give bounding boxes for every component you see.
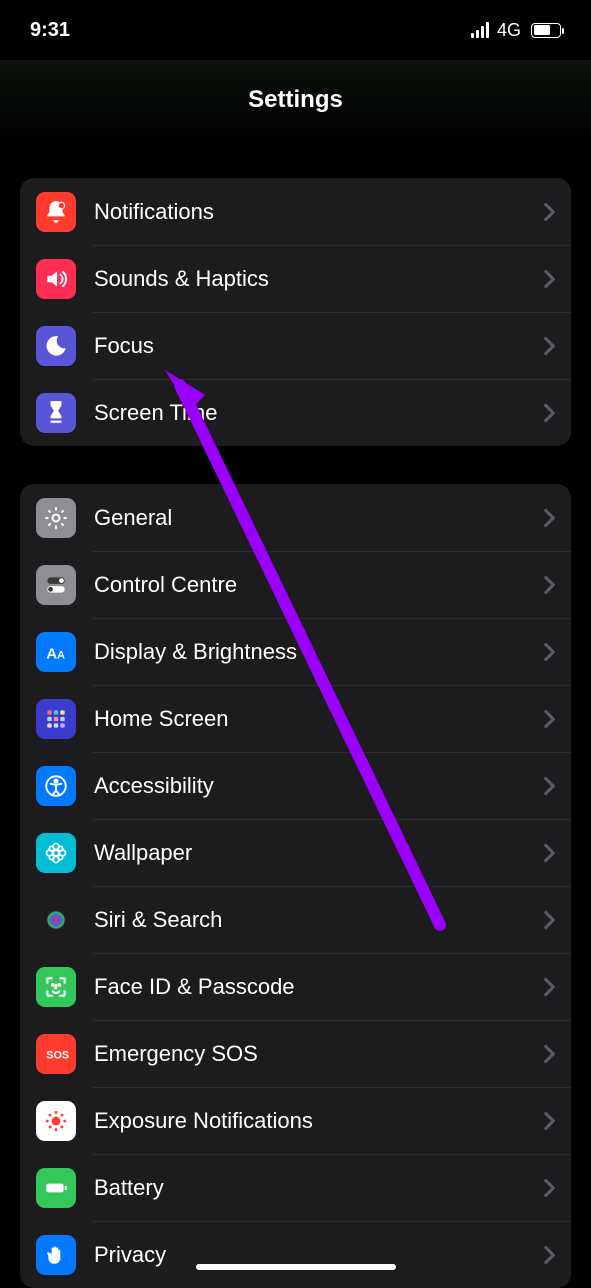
row-label: Control Centre xyxy=(94,572,543,598)
svg-text:A: A xyxy=(46,645,57,662)
status-bar: 9:31 4G xyxy=(0,0,591,60)
row-notifications[interactable]: Notifications xyxy=(20,178,571,245)
bell-icon xyxy=(36,192,76,232)
chevron-right-icon xyxy=(543,336,555,356)
moon-icon xyxy=(36,326,76,366)
grid-icon xyxy=(36,699,76,739)
row-label: Siri & Search xyxy=(94,907,543,933)
row-label: Battery xyxy=(94,1175,543,1201)
chevron-right-icon xyxy=(543,269,555,289)
row-wallpaper[interactable]: Wallpaper xyxy=(20,819,571,886)
row-label: Exposure Notifications xyxy=(94,1108,543,1134)
exposure-icon xyxy=(36,1101,76,1141)
settings-group-2: General Control Centre AA Display & Brig… xyxy=(20,484,571,1288)
row-exposure[interactable]: Exposure Notifications xyxy=(20,1087,571,1154)
row-homescreen[interactable]: Home Screen xyxy=(20,685,571,752)
flower-icon xyxy=(36,833,76,873)
row-accessibility[interactable]: Accessibility xyxy=(20,752,571,819)
chevron-right-icon xyxy=(543,403,555,423)
row-siri[interactable]: Siri & Search xyxy=(20,886,571,953)
status-time: 9:31 xyxy=(30,19,70,42)
battery-row-icon xyxy=(36,1168,76,1208)
hourglass-icon xyxy=(36,393,76,433)
gear-icon xyxy=(36,498,76,538)
faceid-icon xyxy=(36,967,76,1007)
row-faceid[interactable]: Face ID & Passcode xyxy=(20,953,571,1020)
chevron-right-icon xyxy=(543,642,555,662)
chevron-right-icon xyxy=(543,1044,555,1064)
chevron-right-icon xyxy=(543,910,555,930)
row-screentime[interactable]: Screen Time xyxy=(20,379,571,446)
row-label: General xyxy=(94,505,543,531)
row-sounds[interactable]: Sounds & Haptics xyxy=(20,245,571,312)
row-label: Accessibility xyxy=(94,773,543,799)
person-icon xyxy=(36,766,76,806)
row-label: Wallpaper xyxy=(94,840,543,866)
row-general[interactable]: General xyxy=(20,484,571,551)
row-privacy[interactable]: Privacy xyxy=(20,1221,571,1288)
aa-icon: AA xyxy=(36,632,76,672)
row-label: Face ID & Passcode xyxy=(94,974,543,1000)
page-title: Settings xyxy=(0,60,591,140)
signal-icon xyxy=(471,22,489,38)
svg-text:A: A xyxy=(57,649,65,661)
chevron-right-icon xyxy=(543,1245,555,1265)
row-sos[interactable]: SOS Emergency SOS xyxy=(20,1020,571,1087)
row-label: Notifications xyxy=(94,199,543,225)
row-focus[interactable]: Focus xyxy=(20,312,571,379)
chevron-right-icon xyxy=(543,1178,555,1198)
row-label: Sounds & Haptics xyxy=(94,266,543,292)
row-label: Display & Brightness xyxy=(94,639,543,665)
row-label: Emergency SOS xyxy=(94,1041,543,1067)
row-label: Focus xyxy=(94,333,543,359)
home-indicator[interactable] xyxy=(196,1264,396,1270)
row-controlcentre[interactable]: Control Centre xyxy=(20,551,571,618)
chevron-right-icon xyxy=(543,776,555,796)
chevron-right-icon xyxy=(543,202,555,222)
chevron-right-icon xyxy=(543,575,555,595)
status-right: 4G xyxy=(471,20,561,41)
network-label: 4G xyxy=(497,20,521,41)
toggles-icon xyxy=(36,565,76,605)
chevron-right-icon xyxy=(543,843,555,863)
chevron-right-icon xyxy=(543,977,555,997)
sos-icon: SOS xyxy=(36,1034,76,1074)
hand-icon xyxy=(36,1235,76,1275)
row-label: Screen Time xyxy=(94,400,543,426)
chevron-right-icon xyxy=(543,1111,555,1131)
chevron-right-icon xyxy=(543,508,555,528)
row-display[interactable]: AA Display & Brightness xyxy=(20,618,571,685)
battery-icon xyxy=(531,23,561,38)
speaker-icon xyxy=(36,259,76,299)
row-label: Home Screen xyxy=(94,706,543,732)
settings-group-1: Notifications Sounds & Haptics Focus Scr… xyxy=(20,178,571,446)
siri-icon xyxy=(36,900,76,940)
row-battery[interactable]: Battery xyxy=(20,1154,571,1221)
chevron-right-icon xyxy=(543,709,555,729)
svg-text:SOS: SOS xyxy=(46,1049,69,1061)
